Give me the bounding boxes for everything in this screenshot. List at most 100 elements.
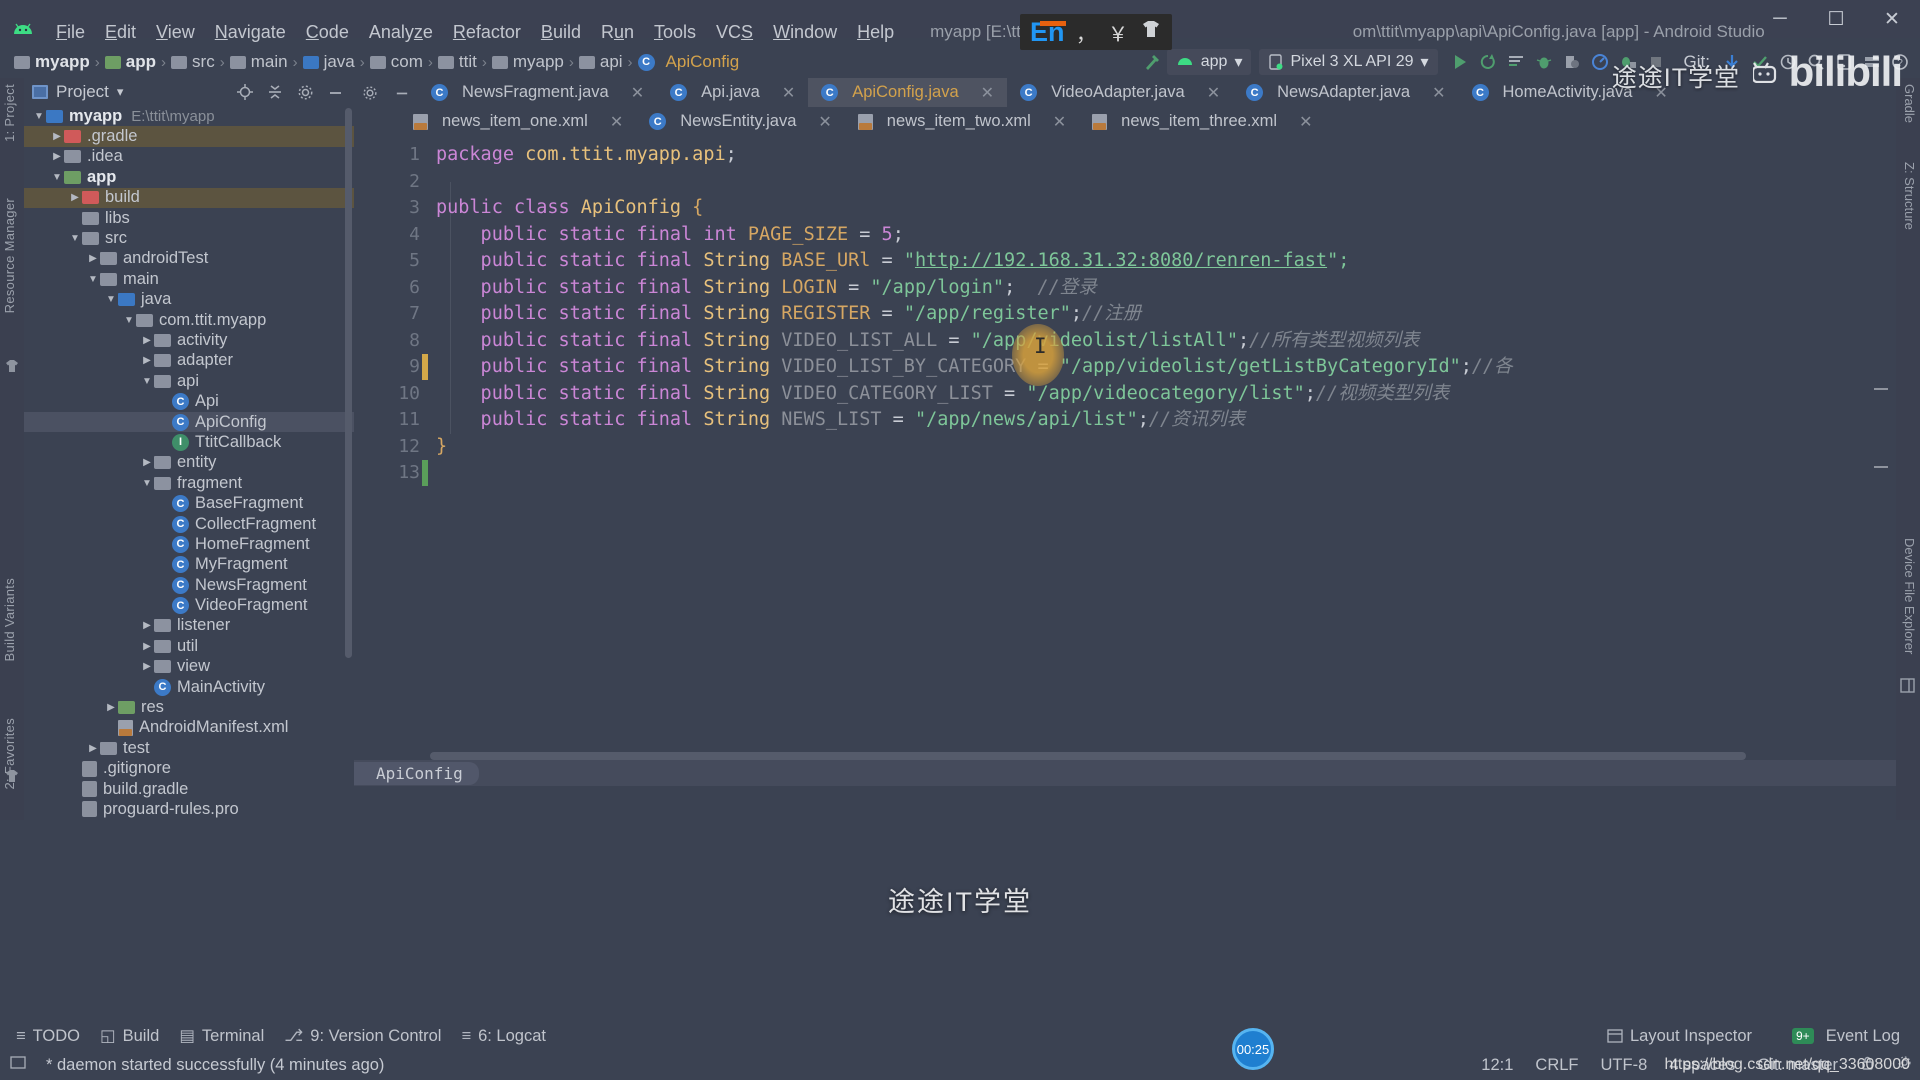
chevron-right-icon[interactable]: ▶ <box>140 620 154 631</box>
close-tab-icon[interactable]: ✕ <box>1432 83 1445 103</box>
chevron-down-icon[interactable]: ▾ <box>117 84 124 100</box>
menu-help[interactable]: Help <box>847 19 904 46</box>
gear-icon[interactable] <box>354 78 386 107</box>
code-line[interactable]: public class ApiConfig { <box>436 195 1896 222</box>
close-tab-icon[interactable]: ✕ <box>782 83 795 103</box>
tree-node-apiconfig[interactable]: ▶CApiConfig <box>24 411 354 433</box>
editor-tab-newsentity-java[interactable]: C NewsEntity.java ✕ <box>636 107 845 136</box>
sidebar-tab-device-file-explorer[interactable]: Device File Explorer <box>1902 538 1917 654</box>
editor-tab-api-java[interactable]: C Api.java ✕ <box>657 78 808 107</box>
sidebar-tab-build-variants[interactable]: Build Variants <box>2 578 17 661</box>
chevron-right-icon[interactable]: ▶ <box>140 457 154 468</box>
gear-icon[interactable] <box>294 82 316 102</box>
breadcrumb-item-myapp[interactable]: myapp <box>491 52 564 72</box>
menu-build[interactable]: Build <box>531 19 591 46</box>
tree-node-build-gradle[interactable]: ▶build.gradle <box>24 779 354 799</box>
tree-node-activity[interactable]: ▶ activity <box>24 330 354 350</box>
chevron-down-icon[interactable]: ▾ <box>1234 52 1242 72</box>
tree-node-adapter[interactable]: ▶ adapter <box>24 351 354 371</box>
tree-node--idea[interactable]: ▶ .idea <box>24 147 354 167</box>
tree-node-api[interactable]: ▶CApi <box>24 391 354 411</box>
chevron-right-icon[interactable]: ▶ <box>140 335 154 346</box>
ime-skin-icon[interactable] <box>1140 18 1162 46</box>
collapse-all-icon[interactable] <box>264 82 286 102</box>
tree-node-proguard-rules-pro[interactable]: ▶proguard-rules.pro <box>24 799 354 819</box>
breadcrumb-item-api[interactable]: api <box>578 52 623 72</box>
tree-node-build[interactable]: ▶ build <box>24 187 354 208</box>
chevron-down-icon[interactable]: ▼ <box>50 172 64 183</box>
sidebar-tab-project[interactable]: 1: Project <box>2 84 17 142</box>
chevron-down-icon[interactable]: ▼ <box>140 478 154 489</box>
tree-node-main[interactable]: ▼ main <box>24 269 354 289</box>
sidebar-tab-gradle[interactable]: Gradle <box>1902 84 1917 123</box>
project-tree[interactable]: ▼ myapp E:\ttit\myapp ▶ .gradle ▶ .idea ▼ app ▶ bu… <box>24 106 354 820</box>
breadcrumb-class-chip[interactable]: ApiConfig <box>354 761 479 785</box>
tree-node--gitignore[interactable]: ▶.gitignore <box>24 759 354 779</box>
attach-debugger-icon[interactable] <box>1558 49 1586 75</box>
tool-window-terminal[interactable]: ▤ Terminal <box>173 1026 278 1046</box>
close-tab-icon[interactable]: ✕ <box>818 112 831 132</box>
menu-file[interactable]: File <box>46 19 95 46</box>
tree-node-app[interactable]: ▼ app <box>24 167 354 187</box>
menu-refactor[interactable]: Refactor <box>443 19 531 46</box>
tree-node-api[interactable]: ▼ api <box>24 371 354 391</box>
tree-node-androidtest[interactable]: ▶ androidTest <box>24 249 354 269</box>
locate-icon[interactable] <box>234 82 256 102</box>
menu-tools[interactable]: Tools <box>644 19 706 46</box>
tool-window-6--logcat[interactable]: ≡ 6: Logcat <box>455 1027 560 1046</box>
tree-node-collectfragment[interactable]: ▶CCollectFragment <box>24 514 354 534</box>
line-separator[interactable]: CRLF <box>1535 1056 1578 1075</box>
breadcrumb-item-com[interactable]: com <box>369 52 423 72</box>
device-selector-chip[interactable]: Pixel 3 XL API 29 ▾ <box>1259 49 1438 75</box>
profiler-icon[interactable] <box>1586 49 1614 75</box>
breadcrumb-item-src[interactable]: src <box>171 52 215 72</box>
tree-node-homefragment[interactable]: ▶CHomeFragment <box>24 534 354 554</box>
editor-tab-news_item_one-xml[interactable]: news_item_one.xml ✕ <box>400 107 636 136</box>
code-line[interactable] <box>436 460 1896 487</box>
code-line[interactable]: public static final int PAGE_SIZE = 5; <box>436 222 1896 249</box>
tree-node-androidmanifest-xml[interactable]: ▶AndroidManifest.xml <box>24 718 354 738</box>
code-line[interactable]: public static final String VIDEO_LIST_BY… <box>436 354 1896 381</box>
chevron-right-icon[interactable]: ▶ <box>50 151 64 162</box>
editor-tab-newsfragment-java[interactable]: C NewsFragment.java ✕ <box>418 78 657 107</box>
code-line[interactable]: public static final String VIDEO_LIST_AL… <box>436 328 1896 355</box>
chevron-down-icon[interactable]: ▾ <box>1421 52 1429 72</box>
editor-horizontal-scrollbar[interactable] <box>430 752 1746 760</box>
apply-code-changes-icon[interactable] <box>1502 49 1530 75</box>
close-tab-icon[interactable]: ✕ <box>631 83 644 103</box>
menu-view[interactable]: View <box>146 19 205 46</box>
breadcrumb-item-apiconfig[interactable]: C ApiConfig <box>637 52 739 72</box>
sidebar-tab-resource-manager[interactable]: Resource Manager <box>2 198 17 313</box>
hammer-icon[interactable] <box>1139 49 1167 75</box>
code-line[interactable]: public static final String REGISTER = "/… <box>436 301 1896 328</box>
menu-edit[interactable]: Edit <box>95 19 146 46</box>
breadcrumb-item-java[interactable]: java <box>302 52 355 72</box>
chevron-right-icon[interactable]: ▶ <box>104 702 118 713</box>
tree-node-test[interactable]: ▶ test <box>24 738 354 758</box>
code-line[interactable]: public static final String NEWS_LIST = "… <box>436 407 1896 434</box>
minimize-icon[interactable] <box>386 78 418 107</box>
close-tab-icon[interactable]: ✕ <box>1207 83 1220 103</box>
panel-icon[interactable] <box>1900 678 1916 694</box>
tree-node-videofragment[interactable]: ▶CVideoFragment <box>24 595 354 615</box>
code-line[interactable]: package com.ttit.myapp.api; <box>436 142 1896 169</box>
chevron-right-icon[interactable]: ▶ <box>86 743 100 754</box>
chevron-right-icon[interactable]: ▶ <box>140 641 154 652</box>
tree-node-mainactivity[interactable]: ▶CMainActivity <box>24 677 354 697</box>
breadcrumb-item-app[interactable]: app <box>104 52 156 72</box>
tree-node-view[interactable]: ▶ view <box>24 657 354 677</box>
tree-node-libs[interactable]: ▶libs <box>24 208 354 228</box>
chevron-right-icon[interactable]: ▶ <box>50 131 64 142</box>
chevron-right-icon[interactable]: ▶ <box>140 355 154 366</box>
chevron-right-icon[interactable]: ▶ <box>68 192 82 203</box>
code-line[interactable]: } <box>436 434 1896 461</box>
editor-tab-news_item_two-xml[interactable]: news_item_two.xml ✕ <box>845 107 1079 136</box>
close-tab-icon[interactable]: ✕ <box>1053 112 1066 132</box>
tree-node-fragment[interactable]: ▼ fragment <box>24 473 354 493</box>
chevron-right-icon[interactable]: ▶ <box>86 253 100 264</box>
menu-vcs[interactable]: VCS <box>706 19 763 46</box>
file-encoding[interactable]: UTF-8 <box>1601 1056 1648 1075</box>
tree-node-src[interactable]: ▼ src <box>24 228 354 248</box>
close-tab-icon[interactable]: ✕ <box>610 112 623 132</box>
tree-node-myapp[interactable]: ▼ myapp E:\ttit\myapp <box>24 106 354 126</box>
